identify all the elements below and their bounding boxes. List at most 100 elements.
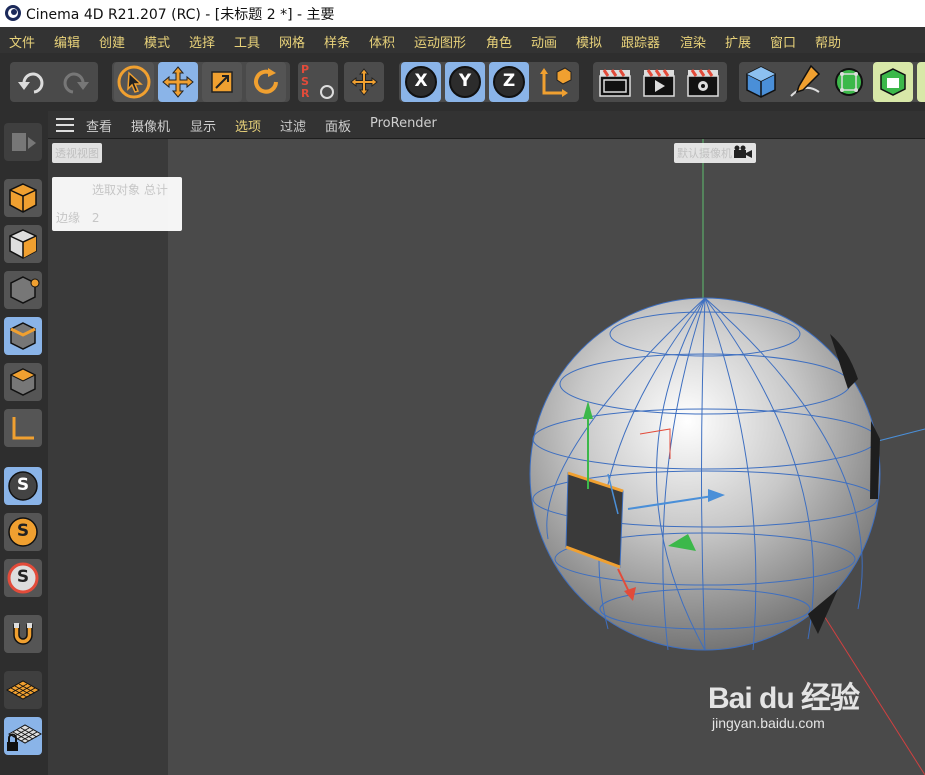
viewport-menu-view[interactable]: 查看 <box>86 116 112 135</box>
menu-mode[interactable]: 模式 <box>144 32 170 51</box>
coordinate-move-button[interactable] <box>344 62 384 102</box>
edges-cube-icon <box>10 322 36 350</box>
perspective-viewport[interactable]: 透视视图 默认摄像机 选取对象 总计 边缘 2 Bai du 经验 jingya… <box>48 139 925 775</box>
rotate-icon <box>254 68 278 94</box>
menu-file[interactable]: 文件 <box>9 32 35 51</box>
texture-mode-button[interactable] <box>4 225 42 263</box>
workplane-snap-button[interactable]: S <box>4 513 42 551</box>
render-settings-button[interactable] <box>683 62 723 102</box>
snap-enable-button[interactable]: S <box>4 467 42 505</box>
move-tool-button[interactable] <box>158 62 198 102</box>
baidu-url: jingyan.baidu.com <box>712 715 825 731</box>
make-editable-button[interactable] <box>4 123 42 161</box>
left-mode-bar: S S S <box>0 111 48 775</box>
title-bar: Cinema 4D R21.207 (RC) - [未标题 2 *] - 主要 <box>0 0 925 27</box>
locked-workplane-button[interactable] <box>4 717 42 755</box>
viewport-menu-display[interactable]: 显示 <box>190 116 216 135</box>
cube-icon <box>746 66 776 98</box>
baidu-logo: Bai du 经验 <box>708 682 860 715</box>
hamburger-menu-icon[interactable] <box>56 118 74 132</box>
selection-cursor-icon <box>117 65 151 99</box>
green-cube-icon <box>880 68 906 96</box>
magnet-icon <box>13 623 33 645</box>
menu-mesh[interactable]: 网格 <box>279 32 305 51</box>
y-axis-label: Y <box>458 71 472 91</box>
menu-extensions[interactable]: 扩展 <box>725 32 751 51</box>
menu-render[interactable]: 渲染 <box>680 32 706 51</box>
points-cube-icon <box>10 276 40 304</box>
menu-animation[interactable]: 动画 <box>531 32 557 51</box>
viewport-menu-filter[interactable]: 过滤 <box>280 116 306 135</box>
baidu-watermark: Bai du 经验 jingyan.baidu.com <box>708 673 860 731</box>
x-axis-label: X <box>414 71 428 91</box>
menu-help[interactable]: 帮助 <box>815 32 841 51</box>
hud-edges-count: 2 <box>91 211 100 225</box>
live-selection-button[interactable] <box>114 62 154 102</box>
snap-s2-label: S <box>16 521 30 541</box>
rotate-tool-button[interactable] <box>246 62 286 102</box>
undo-button[interactable] <box>12 62 52 102</box>
generator-object-button[interactable] <box>873 62 913 102</box>
points-mode-button[interactable] <box>4 271 42 309</box>
polygons-mode-button[interactable] <box>4 363 42 401</box>
menu-window[interactable]: 窗口 <box>770 32 796 51</box>
quantize-snap-button[interactable]: S <box>4 559 42 597</box>
grid-plane-icon <box>5 680 41 700</box>
menu-character[interactable]: 角色 <box>486 32 512 51</box>
subdivision-icon <box>835 68 863 96</box>
scale-tool-button[interactable] <box>202 62 242 102</box>
camera-name-label: 默认摄像机 <box>674 143 756 163</box>
model-mode-button[interactable] <box>4 179 42 217</box>
menu-spline[interactable]: 样条 <box>324 32 350 51</box>
menu-mograph[interactable]: 运动图形 <box>414 32 466 51</box>
menu-select[interactable]: 选择 <box>189 32 215 51</box>
axis-corner-icon <box>12 417 34 440</box>
workplane-button[interactable] <box>4 671 42 709</box>
redo-icon <box>63 72 89 94</box>
viewport-menu-options[interactable]: 选项 <box>235 116 261 135</box>
camera-name-text: 默认摄像机 <box>677 147 732 160</box>
world-coordinates-button[interactable] <box>535 62 575 102</box>
edges-mode-button[interactable] <box>4 317 42 355</box>
viewport-menu-prorender[interactable]: ProRender <box>370 116 437 131</box>
snap-s-label: S <box>16 475 30 495</box>
cinema4d-logo-icon <box>5 5 21 21</box>
clapper-play-icon <box>643 69 675 97</box>
menu-simulate[interactable]: 模拟 <box>576 32 602 51</box>
z-axis-label: Z <box>502 71 516 91</box>
cube-object-button[interactable] <box>741 62 781 102</box>
z-axis-lock-button[interactable]: Z <box>489 62 529 102</box>
render-picture-viewer-button[interactable] <box>639 62 679 102</box>
hud-edges-row: 边缘 2 <box>56 209 99 226</box>
move-arrows-icon <box>162 66 194 98</box>
clapper-icon <box>599 69 631 97</box>
redo-button[interactable] <box>55 62 95 102</box>
clapper-gear-icon <box>687 69 719 97</box>
magnet-tool-button[interactable] <box>4 615 42 653</box>
hud-selected-label: 选取对象 总计 <box>92 183 168 197</box>
scale-icon <box>211 71 233 93</box>
viewport-menu-panel[interactable]: 面板 <box>325 116 351 135</box>
menu-create[interactable]: 创建 <box>99 32 125 51</box>
psr-r-label: R <box>301 87 310 100</box>
y-axis-lock-button[interactable]: Y <box>445 62 485 102</box>
polygons-cube-icon <box>9 368 37 396</box>
coordinate-system-icon <box>540 67 572 97</box>
model-cube-icon <box>9 183 37 213</box>
pen-spline-button[interactable] <box>785 62 825 102</box>
menu-tracker[interactable]: 跟踪器 <box>621 32 660 51</box>
window-title: Cinema 4D R21.207 (RC) - [未标题 2 *] - 主要 <box>26 7 335 23</box>
sphere-object[interactable] <box>529 297 881 651</box>
render-view-button[interactable] <box>595 62 635 102</box>
main-menu-bar: 文件 编辑 创建 模式 选择 工具 网格 样条 体积 运动图形 角色 动画 模拟… <box>0 27 925 53</box>
toolbar-overflow-button[interactable] <box>917 62 925 102</box>
subdivision-surface-button[interactable] <box>829 62 869 102</box>
menu-edit[interactable]: 编辑 <box>54 32 80 51</box>
camera-icon <box>734 145 752 158</box>
menu-tools[interactable]: 工具 <box>234 32 260 51</box>
viewport-menu-cameras[interactable]: 摄像机 <box>131 116 170 135</box>
axis-mode-button[interactable] <box>4 409 42 447</box>
psr-coordinate-button[interactable]: P S R <box>298 62 338 102</box>
x-axis-lock-button[interactable]: X <box>401 62 441 102</box>
menu-volume[interactable]: 体积 <box>369 32 395 51</box>
